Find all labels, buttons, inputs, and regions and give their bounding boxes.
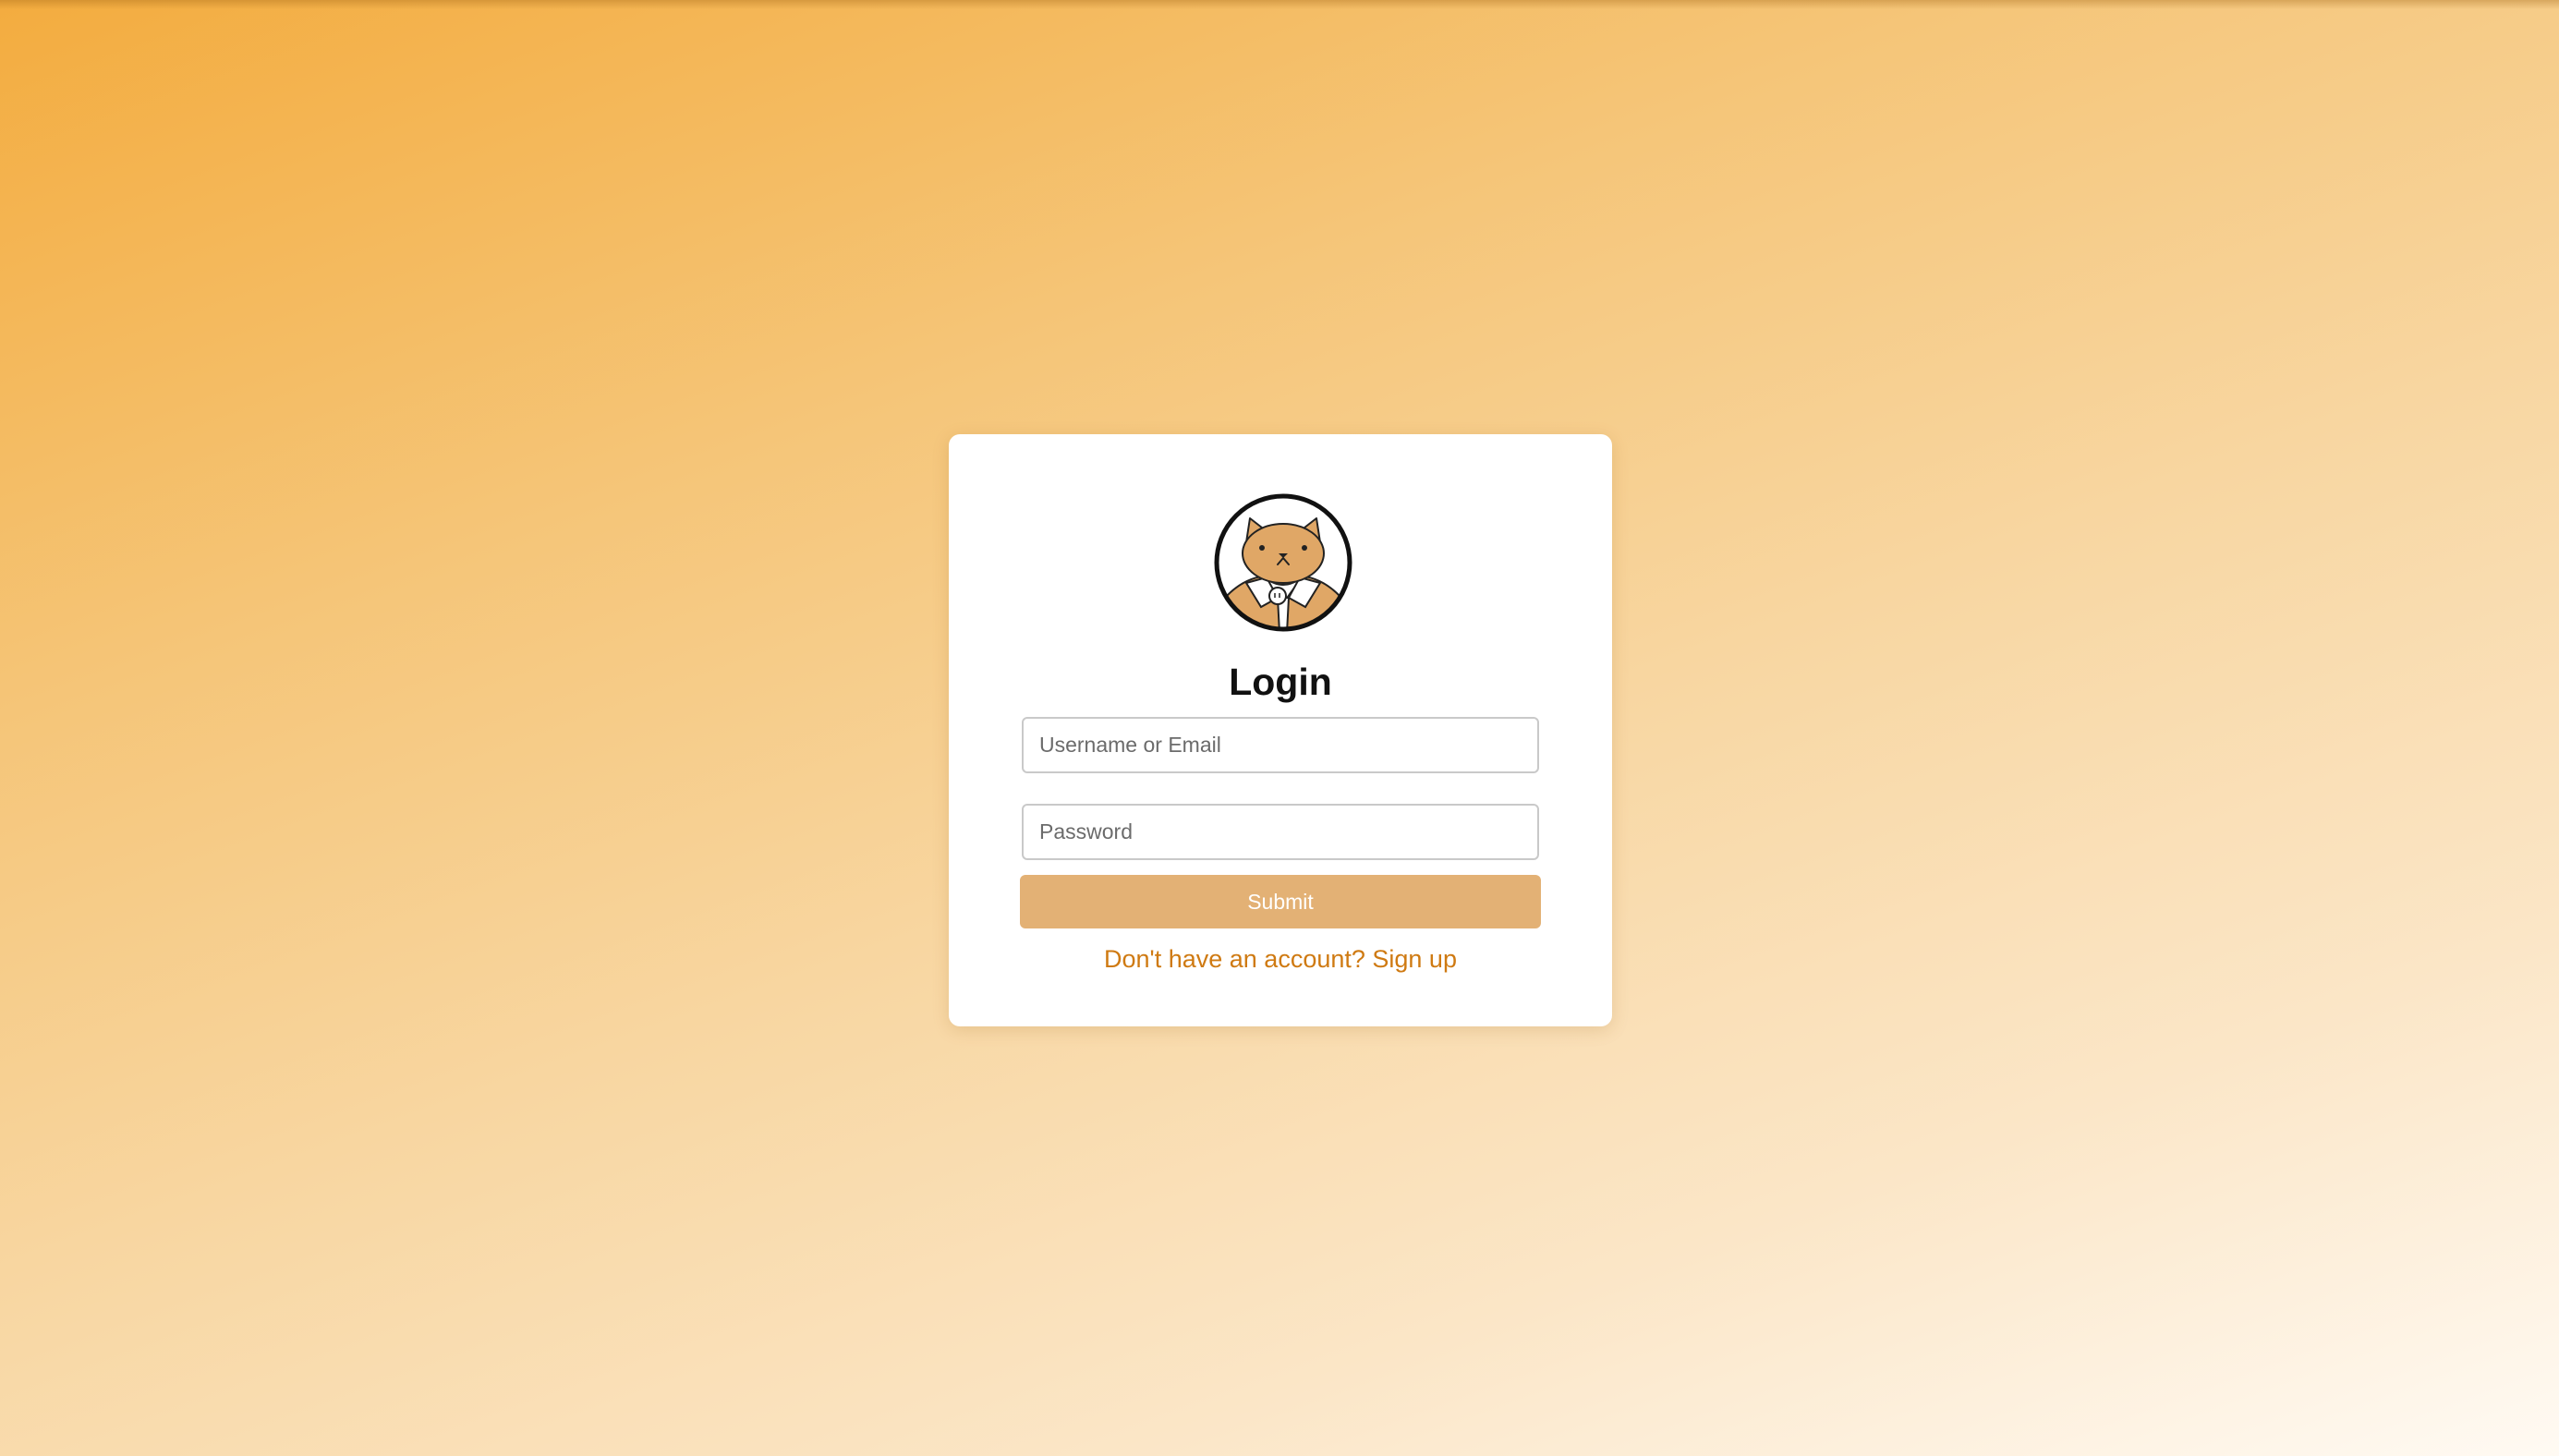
top-edge-shadow — [0, 0, 2559, 9]
username-email-input[interactable] — [1022, 717, 1539, 773]
password-input[interactable] — [1022, 804, 1539, 860]
signup-row: Don't have an account? Sign up — [949, 940, 1612, 977]
page-title: Login — [1229, 661, 1332, 703]
login-card: Login Submit Don't have an account? Sign… — [949, 434, 1612, 1026]
signup-link[interactable]: Don't have an account? Sign up — [1104, 945, 1457, 973]
cat-avatar-icon — [1213, 492, 1353, 633]
submit-button[interactable]: Submit — [1020, 875, 1541, 928]
